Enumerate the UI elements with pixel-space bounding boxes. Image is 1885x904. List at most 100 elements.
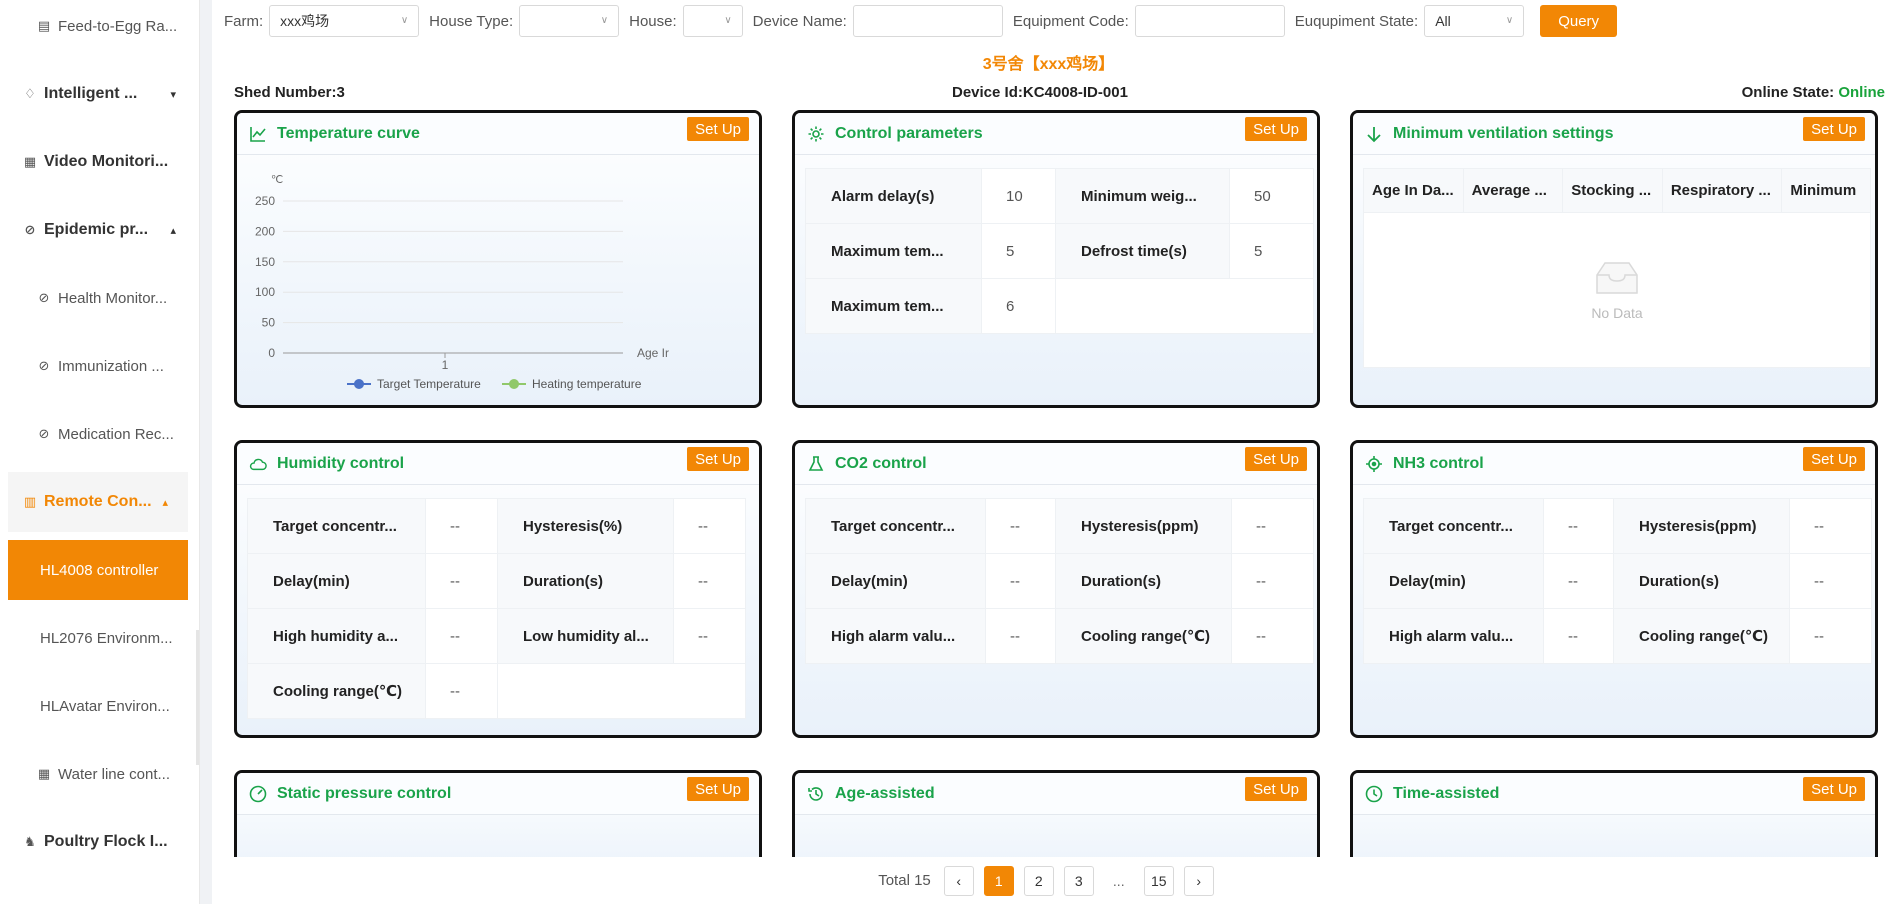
param-label: Delay(min) bbox=[247, 553, 426, 609]
equipment-state-select[interactable]: All ∨ bbox=[1424, 5, 1525, 37]
card-title: Time-assisted bbox=[1393, 784, 1500, 802]
equipment-code-input[interactable] bbox=[1134, 5, 1285, 37]
param-label: Delay(min) bbox=[805, 553, 986, 609]
y-tick-label: 100 bbox=[255, 285, 275, 299]
sidebar-item-medication[interactable]: ⊘ Medication Rec... bbox=[0, 404, 196, 464]
empty-cell bbox=[1055, 278, 1314, 334]
param-value: -- bbox=[425, 663, 498, 719]
online-state-value: Online bbox=[1838, 84, 1885, 101]
sidebar-group-poultry[interactable]: ♞ Poultry Flock I... bbox=[0, 812, 196, 872]
card-header: Minimum ventilation settings Set Up bbox=[1353, 113, 1875, 155]
humidity-table: Target concentr... -- Hysteresis(%) -- Delay… bbox=[247, 498, 746, 719]
gear-icon bbox=[807, 125, 825, 143]
y-tick-label: 0 bbox=[268, 346, 275, 360]
x-tick-label: 1 bbox=[442, 358, 449, 372]
sidebar-item-hl4008[interactable]: HL4008 controller bbox=[8, 540, 188, 600]
pagination-total: Total 15 bbox=[878, 872, 931, 889]
y-axis-label: ℃ bbox=[271, 174, 283, 186]
setup-button[interactable]: Set Up bbox=[1803, 117, 1865, 141]
setup-button[interactable]: Set Up bbox=[1245, 447, 1307, 471]
param-label: Minimum weig... bbox=[1055, 168, 1230, 224]
chevron-down-icon: ∨ bbox=[724, 15, 732, 26]
drop-icon: ♢ bbox=[24, 86, 36, 101]
table-row: Target concentr... -- Hysteresis(ppm) -- bbox=[805, 498, 1314, 554]
farm-select[interactable]: xxx鸡场 ∨ bbox=[269, 5, 420, 37]
card-header: Age-assisted Set Up bbox=[795, 773, 1317, 815]
param-label: Hysteresis(ppm) bbox=[1613, 498, 1790, 554]
param-value: -- bbox=[1543, 553, 1614, 609]
setup-button[interactable]: Set Up bbox=[687, 117, 749, 141]
param-label: Duration(s) bbox=[1613, 553, 1790, 609]
setup-button[interactable]: Set Up bbox=[1245, 117, 1307, 141]
gauge-icon bbox=[249, 785, 267, 803]
page-button-2[interactable]: 2 bbox=[1023, 865, 1054, 896]
house-type-select[interactable]: ∨ bbox=[519, 5, 620, 37]
param-label: Target concentr... bbox=[805, 498, 986, 554]
param-value: -- bbox=[673, 553, 746, 609]
y-tick-label: 150 bbox=[255, 255, 275, 269]
card-title: Minimum ventilation settings bbox=[1393, 124, 1614, 142]
param-label: Hysteresis(ppm) bbox=[1055, 498, 1232, 554]
setup-button[interactable]: Set Up bbox=[1245, 777, 1307, 801]
ventilation-table: Age In Da... Average ... Stocking ... Re… bbox=[1363, 168, 1871, 368]
param-value: -- bbox=[1789, 553, 1872, 609]
table-header-cell: Average ... bbox=[1464, 169, 1564, 212]
x-axis-label: Age Ir bbox=[637, 346, 669, 360]
sidebar-group-epidemic[interactable]: ⊘ Epidemic pr... ▴ bbox=[0, 200, 196, 260]
chicken-icon: ♞ bbox=[24, 834, 36, 849]
sidebar-item-water-line[interactable]: ▦ Water line cont... bbox=[0, 744, 196, 804]
table-row: Target concentr... -- Hysteresis(%) -- bbox=[247, 498, 746, 554]
card-header: Time-assisted Set Up bbox=[1353, 773, 1875, 815]
sidebar-scrollbar[interactable] bbox=[196, 630, 199, 765]
param-value: -- bbox=[985, 608, 1056, 664]
main-content: Farm: xxx鸡场 ∨ House Type: ∨ House: ∨ Devi… bbox=[212, 0, 1885, 904]
param-value: -- bbox=[1789, 498, 1872, 554]
sidebar-item-immunization[interactable]: ⊘ Immunization ... bbox=[0, 336, 196, 396]
page-button-1[interactable]: 1 bbox=[983, 865, 1014, 896]
card-title: Temperature curve bbox=[277, 124, 420, 142]
setup-button[interactable]: Set Up bbox=[1803, 447, 1865, 471]
param-value: -- bbox=[1231, 553, 1314, 609]
flask-icon bbox=[807, 455, 825, 473]
query-button[interactable]: Query bbox=[1540, 5, 1618, 37]
device-name-input[interactable] bbox=[852, 5, 1003, 37]
table-row: Alarm delay(s) 10 Minimum weig... 50 bbox=[805, 168, 1314, 224]
chevron-right-icon: › bbox=[1196, 872, 1202, 889]
page-button-last[interactable]: 15 bbox=[1143, 865, 1174, 896]
param-label: Cooling range(℃) bbox=[1055, 608, 1232, 664]
prev-page-button[interactable]: ‹ bbox=[943, 865, 974, 896]
setup-button[interactable]: Set Up bbox=[687, 447, 749, 471]
chevron-up-icon: ▴ bbox=[162, 496, 168, 509]
history-icon bbox=[807, 785, 825, 803]
chevron-down-icon: ∨ bbox=[400, 15, 409, 26]
link-icon: ⊘ bbox=[38, 290, 50, 305]
ventilation-card: Minimum ventilation settings Set Up Age … bbox=[1350, 110, 1878, 408]
chevron-down-icon: ∨ bbox=[600, 15, 609, 26]
sidebar-group-intelligent[interactable]: ♢ Intelligent ... ▾ bbox=[0, 64, 196, 124]
card-header: CO2 control Set Up bbox=[795, 443, 1317, 485]
house-select[interactable]: ∨ bbox=[682, 5, 743, 37]
page-ellipsis[interactable]: ... bbox=[1103, 865, 1134, 896]
sidebar-item-feed-to-egg[interactable]: ▤ Feed-to-Egg Ra... bbox=[0, 0, 196, 56]
param-value: -- bbox=[673, 608, 746, 664]
param-label: Duration(s) bbox=[497, 553, 674, 609]
card-header: Temperature curve Set Up bbox=[237, 113, 759, 155]
card-header: Static pressure control Set Up bbox=[237, 773, 759, 815]
farm-label: Farm: bbox=[224, 12, 264, 30]
next-page-button[interactable]: › bbox=[1183, 865, 1214, 896]
setup-button[interactable]: Set Up bbox=[687, 777, 749, 801]
sidebar-group-remote[interactable]: ▥ Remote Con... ▴ bbox=[8, 472, 188, 532]
page-button-3[interactable]: 3 bbox=[1063, 865, 1094, 896]
sidebar-item-hlavatar[interactable]: HLAvatar Environ... bbox=[0, 676, 196, 736]
device-id: Device Id:KC4008-ID-001 bbox=[952, 84, 1128, 101]
param-value: -- bbox=[425, 608, 498, 664]
card-header: Humidity control Set Up bbox=[237, 443, 759, 485]
param-label: High alarm valu... bbox=[805, 608, 986, 664]
param-label: Low humidity al... bbox=[497, 608, 674, 664]
setup-button[interactable]: Set Up bbox=[1803, 777, 1865, 801]
table-row: Maximum tem... 5 Defrost time(s) 5 bbox=[805, 223, 1314, 279]
sidebar-item-hl2076[interactable]: HL2076 Environm... bbox=[0, 608, 196, 668]
sidebar-group-video[interactable]: ▦ Video Monitori... bbox=[0, 132, 196, 192]
param-value: 50 bbox=[1229, 168, 1314, 224]
sidebar-item-health[interactable]: ⊘ Health Monitor... bbox=[0, 268, 196, 328]
